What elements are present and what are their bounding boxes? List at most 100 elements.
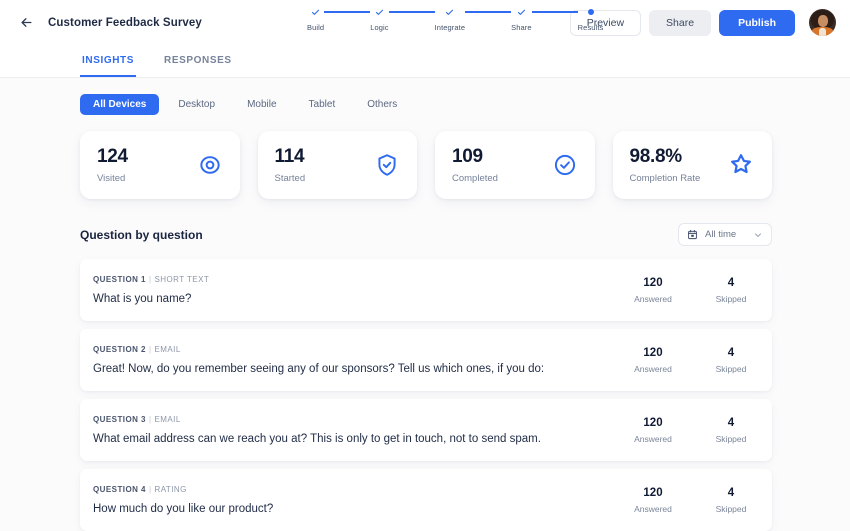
question-type: EMAIL	[154, 415, 181, 424]
date-range-value: All time	[705, 229, 737, 240]
question-main: QUESTION 2 | EMAIL Great! Now, do you reme…	[93, 345, 632, 375]
device-filter-tablet[interactable]: Tablet	[296, 94, 349, 115]
question-row-3[interactable]: QUESTION 3 | EMAIL What email address can …	[80, 399, 772, 461]
share-button[interactable]: Share	[649, 9, 712, 36]
answered-value: 120	[643, 486, 663, 499]
section-title: Question by question	[80, 227, 203, 242]
step-label: Share	[511, 23, 532, 32]
progress-stepper: Build Logic Integrate Share Results	[307, 6, 603, 32]
question-text: What email address can we reach you at? …	[93, 433, 541, 445]
answered-label: Answered	[634, 503, 672, 514]
question-list: QUESTION 1 | SHORT TEXT What is you name? …	[80, 259, 772, 531]
question-text: What is you name?	[93, 293, 192, 305]
skipped-stat: 4 Skipped	[710, 277, 752, 304]
top-bar-actions: Preview Share Publish	[569, 9, 836, 36]
skipped-value: 4	[727, 416, 735, 429]
check-icon	[375, 6, 384, 18]
step-connector	[465, 11, 512, 13]
step-connector	[324, 11, 371, 13]
answered-stat: 120 Answered	[632, 487, 674, 514]
question-main: QUESTION 1 | SHORT TEXT What is you name?	[93, 275, 632, 305]
main-content: All Devices Desktop Mobile Tablet Others…	[0, 78, 850, 531]
device-filter-mobile[interactable]: Mobile	[234, 94, 289, 115]
check-icon	[445, 6, 454, 18]
question-number: QUESTION 2	[93, 345, 146, 354]
question-type: SHORT TEXT	[154, 275, 210, 284]
stat-label: Visited	[97, 172, 126, 184]
step-integrate[interactable]: Integrate	[435, 6, 466, 32]
date-range-select[interactable]: All time	[678, 223, 772, 246]
device-filter-group: All Devices Desktop Mobile Tablet Others	[80, 94, 772, 115]
calendar-icon	[687, 229, 698, 240]
stat-card-visited: 124 Visited	[80, 131, 240, 199]
circle-check-icon	[552, 152, 578, 178]
answered-value: 120	[643, 346, 663, 359]
page-title: Customer Feedback Survey	[48, 16, 202, 29]
question-main: QUESTION 4 | RATING How much do you like o…	[93, 485, 632, 515]
current-step-dot-icon	[587, 6, 594, 18]
skipped-stat: 4 Skipped	[710, 347, 752, 374]
avatar[interactable]	[809, 9, 836, 36]
stats-row: 124 Visited 114 Started 109 Completed 98…	[80, 131, 772, 199]
question-text: Great! Now, do you remember seeing any o…	[93, 363, 545, 375]
answered-label: Answered	[634, 433, 672, 444]
question-stats: 120 Answered 4 Skipped	[632, 277, 756, 304]
answered-stat: 120 Answered	[632, 417, 674, 444]
device-filter-others[interactable]: Others	[354, 94, 410, 115]
tab-responses[interactable]: RESPONSES	[162, 45, 234, 77]
question-stats: 120 Answered 4 Skipped	[632, 487, 756, 514]
publish-button[interactable]: Publish	[719, 9, 795, 36]
question-meta: QUESTION 4 | RATING	[93, 485, 187, 494]
step-label: Build	[307, 23, 325, 32]
step-results[interactable]: Results	[578, 6, 604, 32]
question-text: How much do you like our product?	[93, 503, 274, 515]
step-connector	[388, 11, 435, 13]
skipped-stat: 4 Skipped	[710, 417, 752, 444]
answered-stat: 120 Answered	[632, 347, 674, 374]
stat-value: 98.8%	[629, 146, 683, 168]
top-bar: Customer Feedback Survey Build Logic Int…	[0, 0, 850, 45]
step-share[interactable]: Share	[511, 6, 532, 32]
tab-insights[interactable]: INSIGHTS	[80, 45, 137, 77]
step-build[interactable]: Build	[307, 6, 324, 32]
stat-label: Completed	[452, 172, 498, 184]
stat-card-completed: 109 Completed	[435, 131, 595, 199]
tab-bar: INSIGHTS RESPONSES	[0, 45, 850, 78]
answered-stat: 120 Answered	[632, 277, 674, 304]
step-label: Integrate	[434, 23, 466, 32]
skipped-label: Skipped	[715, 363, 747, 374]
question-main: QUESTION 3 | EMAIL What email address can …	[93, 415, 632, 445]
skipped-label: Skipped	[715, 503, 747, 514]
question-type: EMAIL	[154, 345, 181, 354]
question-meta: QUESTION 1 | SHORT TEXT	[93, 275, 210, 284]
skipped-label: Skipped	[715, 433, 747, 444]
check-icon	[517, 6, 526, 18]
answered-label: Answered	[634, 293, 672, 304]
stat-label: Started	[274, 172, 306, 184]
step-label: Logic	[370, 23, 389, 32]
question-row-1[interactable]: QUESTION 1 | SHORT TEXT What is you name? …	[80, 259, 772, 321]
question-stats: 120 Answered 4 Skipped	[632, 417, 756, 444]
skipped-label: Skipped	[715, 293, 747, 304]
device-filter-all-devices[interactable]: All Devices	[80, 94, 160, 115]
step-logic[interactable]: Logic	[370, 6, 389, 32]
question-number: QUESTION 3	[93, 415, 146, 424]
section-header: Question by question All time	[80, 223, 772, 246]
stat-value: 114	[274, 146, 305, 168]
stat-value: 124	[97, 146, 128, 168]
back-arrow-icon[interactable]	[16, 13, 36, 33]
eye-target-icon	[197, 152, 223, 178]
question-meta: QUESTION 2 | EMAIL	[93, 345, 181, 354]
step-label: Results	[577, 23, 604, 32]
answered-label: Answered	[634, 363, 672, 374]
skipped-stat: 4 Skipped	[710, 487, 752, 514]
device-filter-desktop[interactable]: Desktop	[165, 94, 228, 115]
answered-value: 120	[643, 276, 663, 289]
answered-value: 120	[643, 416, 663, 429]
star-outline-icon	[727, 151, 755, 179]
step-connector	[531, 11, 578, 13]
question-type: RATING	[154, 485, 187, 494]
chevron-down-icon	[753, 230, 763, 240]
question-row-4[interactable]: QUESTION 4 | RATING How much do you like o…	[80, 469, 772, 531]
question-row-2[interactable]: QUESTION 2 | EMAIL Great! Now, do you reme…	[80, 329, 772, 391]
